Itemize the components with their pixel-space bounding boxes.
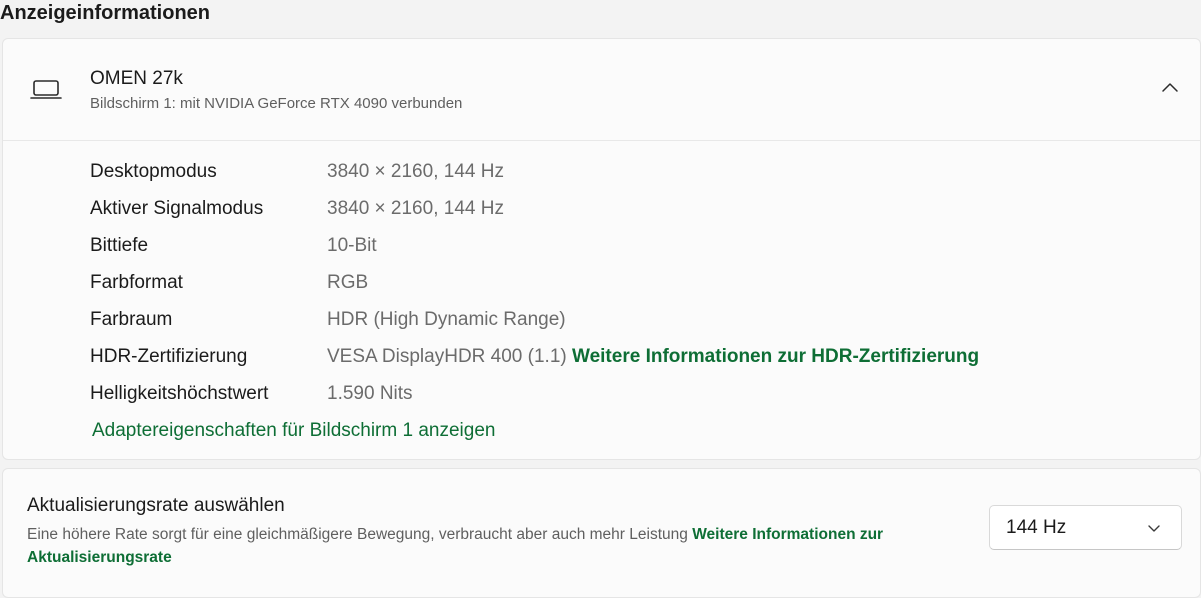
detail-value: 1.590 Nits bbox=[327, 383, 413, 404]
detail-label: HDR-Zertifizierung bbox=[90, 346, 248, 367]
detail-value: RGB bbox=[327, 272, 369, 293]
monitor-header[interactable]: OMEN 27k Bildschirm 1: mit NVIDIA GeForc… bbox=[3, 39, 1200, 141]
adapter-properties-link[interactable]: Adaptereigenschaften für Bildschirm 1 an… bbox=[92, 420, 495, 442]
detail-value: 10-Bit bbox=[327, 235, 377, 256]
display-info-card: OMEN 27k Bildschirm 1: mit NVIDIA GeForc… bbox=[2, 38, 1201, 460]
detail-value: HDR (High Dynamic Range) bbox=[327, 309, 566, 330]
detail-label: Bittiefe bbox=[90, 235, 149, 256]
hdr-cert-value: VESA DisplayHDR 400 (1.1) bbox=[327, 346, 567, 367]
refresh-rate-dropdown[interactable]: 144 Hz bbox=[989, 505, 1182, 550]
detail-value: 3840 × 2160, 144 Hz bbox=[327, 161, 504, 182]
detail-label: Desktopmodus bbox=[90, 161, 217, 182]
monitor-subtitle: Bildschirm 1: mit NVIDIA GeForce RTX 409… bbox=[90, 95, 463, 112]
detail-label: Helligkeitshöchstwert bbox=[90, 383, 269, 404]
section-title: Anzeigeinformationen bbox=[0, 2, 211, 24]
refresh-rate-description: Eine höhere Rate sorgt für eine gleichmä… bbox=[27, 523, 907, 569]
chevron-down-icon bbox=[1148, 525, 1160, 532]
refresh-rate-description-text: Eine höhere Rate sorgt für eine gleichmä… bbox=[27, 526, 688, 543]
detail-label: Aktiver Signalmodus bbox=[90, 198, 264, 219]
detail-label: Farbraum bbox=[90, 309, 173, 330]
detail-value: 3840 × 2160, 144 Hz bbox=[327, 198, 504, 219]
refresh-rate-selected: 144 Hz bbox=[1006, 517, 1067, 538]
detail-label: Farbformat bbox=[90, 272, 183, 293]
monitor-name: OMEN 27k bbox=[90, 68, 183, 89]
detail-value: VESA DisplayHDR 400 (1.1) Weitere Inform… bbox=[327, 344, 979, 370]
hdr-cert-info-link[interactable]: Weitere Informationen zur HDR-Zertifizie… bbox=[572, 346, 979, 367]
refresh-rate-card: Aktualisierungsrate auswählen Eine höher… bbox=[2, 468, 1201, 598]
chevron-up-icon[interactable] bbox=[1160, 79, 1180, 95]
refresh-rate-title: Aktualisierungsrate auswählen bbox=[27, 495, 285, 516]
laptop-icon bbox=[30, 80, 62, 99]
